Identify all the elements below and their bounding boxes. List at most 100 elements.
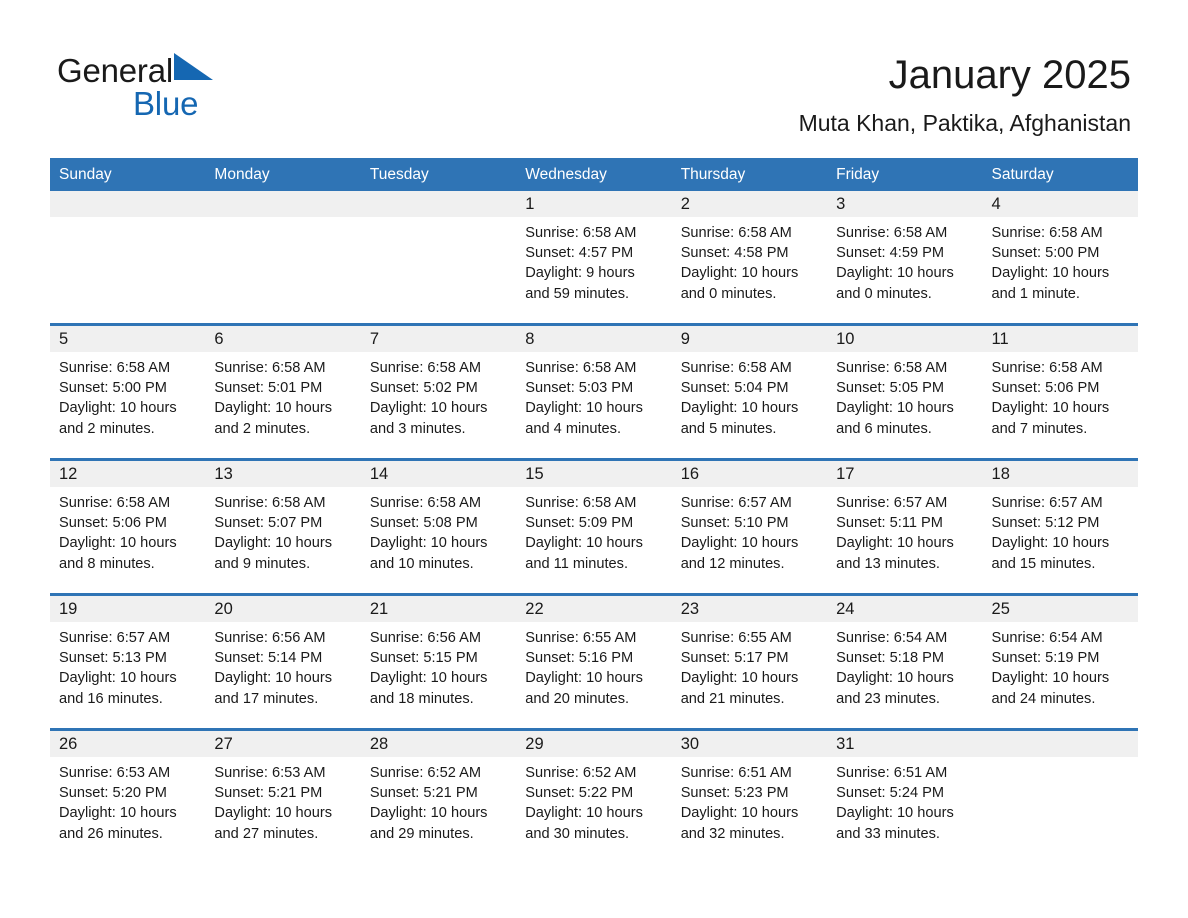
- day-number: 17: [836, 465, 855, 483]
- day-cell[interactable]: [982, 728, 1138, 863]
- daylight-text-line1: Daylight: 10 hours: [525, 670, 643, 687]
- weekday-header-tuesday: Tuesday: [360, 158, 517, 191]
- day-cell[interactable]: 13 Sunrise: 6:58 AM Sunset: 5:07 PM Dayligh…: [205, 458, 361, 595]
- sunset-text: Sunset: 5:02 PM: [369, 380, 478, 397]
- sunrise-text: Sunrise: 6:52 AM: [369, 765, 481, 781]
- sunset-text: Sunset: 5:00 PM: [59, 380, 167, 397]
- day-cell[interactable]: 28 Sunrise: 6:52 AM Sunset: 5:21 PM Dayligh…: [360, 728, 517, 863]
- daylight-text-line2: and 1 minute.: [991, 285, 1080, 302]
- day-cell[interactable]: 18 Sunrise: 6:57 AM Sunset: 5:12 PM Dayligh…: [982, 458, 1138, 595]
- day-cell[interactable]: [205, 191, 361, 325]
- sunrise-text: Sunrise: 6:57 AM: [836, 495, 948, 511]
- daylight-text-line2: and 2 minutes.: [214, 420, 311, 437]
- sunset-text: Sunset: 4:58 PM: [680, 245, 789, 262]
- weekday-header-thursday: Thursday: [671, 158, 828, 191]
- sunset-text: Sunset: 5:21 PM: [369, 785, 478, 802]
- week-row: 5 Sunrise: 6:58 AM Sunset: 5:00 PM Daylight…: [50, 323, 1138, 460]
- sunset-text: Sunset: 5:13 PM: [59, 650, 167, 667]
- daylight-text-line1: Daylight: 10 hours: [214, 670, 333, 687]
- day-cell[interactable]: 15 Sunrise: 6:58 AM Sunset: 5:09 PM Dayligh…: [516, 458, 672, 595]
- day-number: 1: [525, 195, 535, 213]
- day-cell[interactable]: 1 Sunrise: 6:58 AM Sunset: 4:57 PM Daylight…: [516, 191, 672, 325]
- daylight-text-line1: Daylight: 10 hours: [525, 535, 643, 552]
- daylight-text-line1: Daylight: 10 hours: [59, 670, 177, 687]
- week-row: 1 Sunrise: 6:58 AM Sunset: 4:57 PM Daylight…: [50, 191, 1138, 325]
- day-cell[interactable]: 20 Sunrise: 6:56 AM Sunset: 5:14 PM Dayligh…: [205, 593, 361, 730]
- day-cell[interactable]: 5 Sunrise: 6:58 AM Sunset: 5:00 PM Daylight…: [50, 323, 206, 460]
- sunrise-text: Sunrise: 6:52 AM: [525, 765, 637, 781]
- day-number: 21: [369, 600, 389, 618]
- daylight-text-line2: and 16 minutes.: [59, 690, 163, 707]
- day-number: 9: [680, 330, 690, 348]
- generalblue-logo[interactable]: General Blue: [57, 52, 397, 127]
- daylight-text-line1: Daylight: 10 hours: [59, 400, 177, 417]
- weekday-header-monday: Monday: [205, 158, 361, 191]
- weekday-header-row: Sunday Monday Tuesday Wednesday Thursday…: [50, 158, 1138, 191]
- day-cell[interactable]: 27 Sunrise: 6:53 AM Sunset: 5:21 PM Dayligh…: [205, 728, 361, 863]
- page-title: January 2025: [888, 53, 1131, 97]
- calendar-body: 1 Sunrise: 6:58 AM Sunset: 4:57 PM Daylight…: [50, 191, 1138, 863]
- day-number: 22: [525, 600, 544, 618]
- sunset-text: Sunset: 5:00 PM: [991, 245, 1100, 262]
- day-cell[interactable]: 29 Sunrise: 6:52 AM Sunset: 5:22 PM Dayligh…: [516, 728, 672, 863]
- daylight-text-line1: Daylight: 10 hours: [680, 535, 799, 552]
- day-number: 13: [214, 465, 233, 483]
- daylight-text-line2: and 7 minutes.: [991, 420, 1088, 437]
- day-number: 10: [836, 330, 855, 348]
- day-cell[interactable]: 9 Sunrise: 6:58 AM Sunset: 5:04 PM Daylight…: [671, 323, 828, 460]
- day-cell[interactable]: 12 Sunrise: 6:58 AM Sunset: 5:06 PM Dayligh…: [50, 458, 206, 595]
- day-cell[interactable]: 3 Sunrise: 6:58 AM Sunset: 4:59 PM Daylight…: [827, 191, 983, 325]
- day-cell[interactable]: 30 Sunrise: 6:51 AM Sunset: 5:23 PM Dayligh…: [671, 728, 828, 863]
- day-cell[interactable]: 6 Sunrise: 6:58 AM Sunset: 5:01 PM Daylight…: [205, 323, 361, 460]
- sunrise-text: Sunrise: 6:53 AM: [214, 765, 326, 781]
- day-cell[interactable]: 19 Sunrise: 6:57 AM Sunset: 5:13 PM Dayligh…: [50, 593, 206, 730]
- day-cell[interactable]: 21 Sunrise: 6:56 AM Sunset: 5:15 PM Dayligh…: [360, 593, 517, 730]
- sunrise-text: Sunrise: 6:51 AM: [680, 765, 792, 781]
- day-cell[interactable]: 16 Sunrise: 6:57 AM Sunset: 5:10 PM Dayligh…: [671, 458, 828, 595]
- day-number: 11: [991, 330, 1009, 348]
- day-cell[interactable]: 24 Sunrise: 6:54 AM Sunset: 5:18 PM Dayligh…: [827, 593, 983, 730]
- daylight-text-line2: and 18 minutes.: [369, 690, 474, 707]
- daylight-text-line1: Daylight: 10 hours: [836, 535, 954, 552]
- day-number: 15: [525, 465, 544, 483]
- sunrise-text: Sunrise: 6:54 AM: [836, 630, 948, 646]
- sunset-text: Sunset: 5:05 PM: [836, 380, 945, 397]
- daylight-text-line2: and 9 minutes.: [214, 555, 311, 572]
- daylight-text-line2: and 20 minutes.: [525, 690, 630, 707]
- day-cell[interactable]: 8 Sunrise: 6:58 AM Sunset: 5:03 PM Daylight…: [516, 323, 672, 460]
- day-cell[interactable]: 23 Sunrise: 6:55 AM Sunset: 5:17 PM Dayligh…: [671, 593, 828, 730]
- daylight-text-line2: and 0 minutes.: [836, 285, 932, 302]
- day-cell[interactable]: 4 Sunrise: 6:58 AM Sunset: 5:00 PM Daylight…: [982, 191, 1138, 325]
- day-cell[interactable]: [360, 191, 517, 325]
- sunset-text: Sunset: 5:16 PM: [525, 650, 634, 667]
- day-cell[interactable]: 31 Sunrise: 6:51 AM Sunset: 5:24 PM Dayligh…: [827, 728, 983, 863]
- daylight-text-line1: Daylight: 10 hours: [369, 535, 488, 552]
- day-number: 27: [214, 735, 233, 753]
- daylight-text-line2: and 6 minutes.: [836, 420, 932, 437]
- day-cell[interactable]: 10 Sunrise: 6:58 AM Sunset: 5:05 PM Dayligh…: [827, 323, 983, 460]
- day-cell[interactable]: 17 Sunrise: 6:57 AM Sunset: 5:11 PM Dayligh…: [827, 458, 983, 595]
- day-number: 31: [836, 735, 855, 753]
- daylight-text-line2: and 8 minutes.: [59, 555, 155, 572]
- day-cell[interactable]: 7 Sunrise: 6:58 AM Sunset: 5:02 PM Daylight…: [360, 323, 517, 460]
- day-number: 18: [991, 465, 1010, 483]
- day-cell[interactable]: [50, 191, 206, 325]
- sunrise-text: Sunrise: 6:58 AM: [680, 225, 792, 241]
- daylight-text-line1: Daylight: 10 hours: [214, 400, 333, 417]
- day-cell[interactable]: 25 Sunrise: 6:54 AM Sunset: 5:19 PM Dayligh…: [982, 593, 1138, 730]
- daylight-text-line1: Daylight: 10 hours: [214, 805, 333, 822]
- sunset-text: Sunset: 5:19 PM: [991, 650, 1100, 667]
- daylight-text-line1: Daylight: 10 hours: [525, 805, 643, 822]
- sunset-text: Sunset: 5:14 PM: [214, 650, 323, 667]
- daylight-text-line1: Daylight: 10 hours: [214, 535, 333, 552]
- sunrise-text: Sunrise: 6:58 AM: [214, 495, 326, 511]
- title-block: January 2025 Muta Khan, Paktika, Afghani…: [799, 50, 1131, 138]
- logo-text-general: General: [57, 52, 174, 89]
- day-cell[interactable]: 2 Sunrise: 6:58 AM Sunset: 4:58 PM Daylight…: [671, 191, 828, 325]
- sunset-text: Sunset: 5:08 PM: [369, 515, 478, 532]
- day-cell[interactable]: 26 Sunrise: 6:53 AM Sunset: 5:20 PM Dayligh…: [50, 728, 206, 863]
- day-cell[interactable]: 22 Sunrise: 6:55 AM Sunset: 5:16 PM Dayligh…: [516, 593, 672, 730]
- day-cell[interactable]: 11 Sunrise: 6:58 AM Sunset: 5:06 PM Dayligh…: [982, 323, 1138, 460]
- day-cell[interactable]: 14 Sunrise: 6:58 AM Sunset: 5:08 PM Dayligh…: [360, 458, 517, 595]
- sunset-text: Sunset: 5:07 PM: [214, 515, 323, 532]
